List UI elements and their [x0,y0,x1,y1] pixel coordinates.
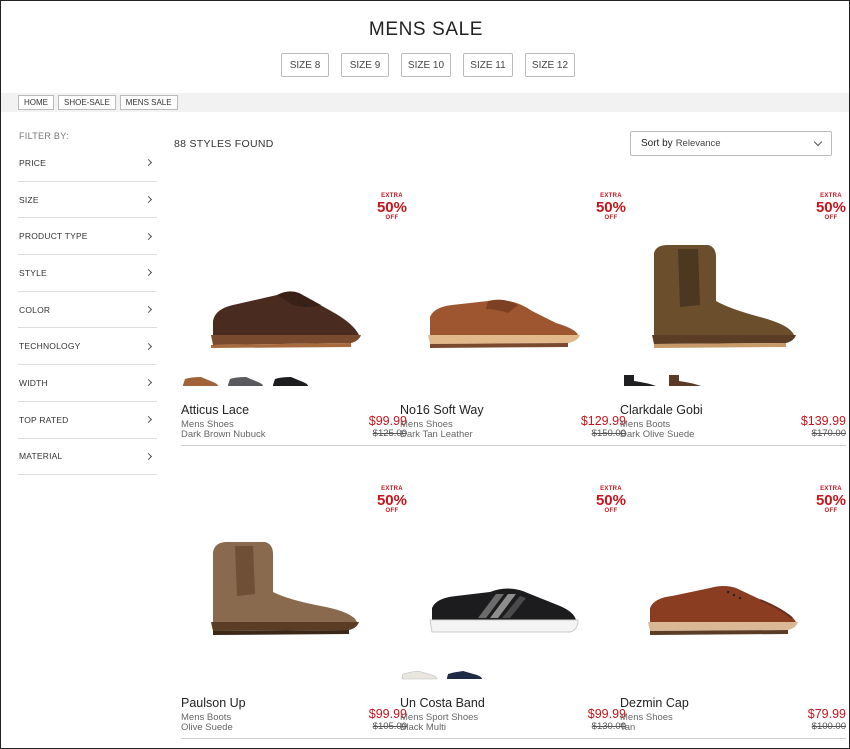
page-frame: MENS SALE SIZE 8 SIZE 9 SIZE 10 SIZE 11 … [0,0,850,749]
chevron-right-icon [144,195,153,204]
product-color: Dark Olive Suede [620,429,695,440]
product-name[interactable]: Un Costa Band [400,696,485,710]
filter-label: SIZE [19,194,39,205]
filter-top-rated[interactable]: TOP RATED [18,402,157,439]
page-title: MENS SALE [368,19,484,40]
swatch-thumbnail[interactable] [181,373,220,389]
product-color: Olive Suede [181,722,233,733]
divider [400,445,626,446]
swatch-thumbnail[interactable] [445,666,484,682]
filter-product-type[interactable]: PRODUCT TYPE [18,218,157,256]
filter-heading: FILTER BY: [19,131,69,141]
sale-price: $79.99 [807,707,846,721]
chevron-right-icon [144,379,153,387]
size-10-button[interactable]: SIZE 10 [401,53,451,77]
breadcrumb-shoe-sale[interactable]: SHOE-SALE [58,95,116,110]
shoe-image[interactable] [400,213,626,373]
filter-list: PRICE SIZE PRODUCT TYPE STYLE COLOR TECH… [18,145,157,476]
shoe-image[interactable] [400,506,626,666]
shoe-image[interactable] [620,506,846,666]
results-count: 88 STYLES FOUND [174,138,274,150]
product-color: Black Multi [400,722,446,733]
swatch-thumbnail[interactable] [226,373,265,389]
chevron-right-icon [144,342,153,350]
size-11-button[interactable]: SIZE 11 [463,53,513,77]
product-color: Dark Tan Leather [400,429,473,440]
filter-label: STYLE [19,267,47,278]
product-name[interactable]: Dezmin Cap [620,696,689,710]
color-swatches [620,373,704,389]
filter-label: MATERIAL [19,451,63,462]
divider [181,738,407,739]
product-name[interactable]: Paulson Up [181,696,246,710]
filter-label: PRICE [19,157,46,168]
shoe-image[interactable] [181,506,407,666]
filter-label: TECHNOLOGY [19,341,81,352]
filter-material[interactable]: MATERIAL [18,439,157,476]
breadcrumb-mens-sale[interactable]: MENS SALE [119,95,178,110]
filter-technology[interactable]: TECHNOLOGY [18,328,157,366]
divider [620,738,846,739]
filter-width[interactable]: WIDTH [18,365,157,402]
chevron-right-icon [144,232,153,240]
sale-price: $139.99 [800,414,846,428]
filter-color[interactable]: COLOR [18,292,157,329]
chevron-right-icon [144,306,153,314]
divider [181,445,407,446]
product-name[interactable]: No16 Soft Way [400,403,484,417]
chevron-right-icon [144,452,153,460]
chevron-right-icon [144,159,153,167]
divider [400,738,626,739]
filter-label: WIDTH [19,377,48,388]
filter-price[interactable]: PRICE [18,145,157,182]
filter-label: TOP RATED [19,414,69,425]
sort-value: Relevance [675,138,721,149]
shoe-image[interactable] [620,213,846,373]
breadcrumb: HOME SHOE-SALE MENS SALE [1,93,849,112]
product-color: Tan [620,722,636,733]
color-swatches [400,666,484,682]
original-price: $170.00 [811,428,846,439]
filter-label: PRODUCT TYPE [19,231,88,242]
swatch-thumbnail[interactable] [271,373,310,389]
product-name[interactable]: Clarkdale Gobi [620,403,703,417]
chevron-right-icon [144,269,153,277]
sort-select[interactable]: Sort by Relevance [630,131,832,156]
sort-label: Sort by [641,138,673,149]
size-8-button[interactable]: SIZE 8 [281,53,329,77]
shoe-image[interactable] [181,213,407,373]
swatch-thumbnail[interactable] [620,373,659,389]
product-name[interactable]: Atticus Lace [181,403,249,417]
size-quick-filters: SIZE 8 SIZE 9 SIZE 10 SIZE 11 SIZE 12 [1,53,849,77]
size-12-button[interactable]: SIZE 12 [525,53,575,77]
size-9-button[interactable]: SIZE 9 [341,53,389,77]
divider [620,445,846,446]
color-swatches [181,373,310,389]
original-price: $100.00 [811,721,846,732]
breadcrumb-home[interactable]: HOME [18,95,54,110]
chevron-right-icon [144,416,153,424]
product-color: Dark Brown Nubuck [181,429,266,440]
filter-size[interactable]: SIZE [18,182,157,219]
swatch-thumbnail[interactable] [665,373,704,389]
filter-style[interactable]: STYLE [18,255,157,292]
filter-label: COLOR [19,304,51,315]
swatch-thumbnail[interactable] [400,666,439,682]
chevron-down-icon [813,137,823,147]
